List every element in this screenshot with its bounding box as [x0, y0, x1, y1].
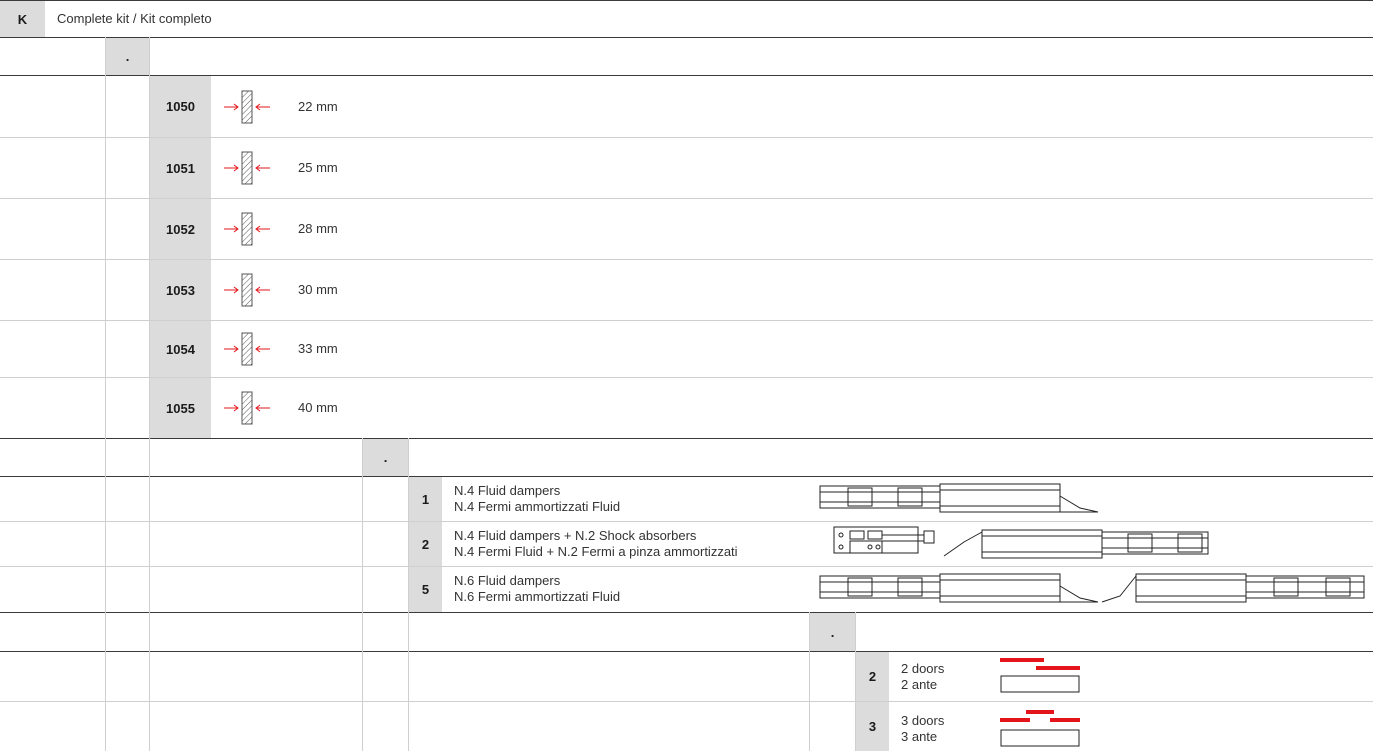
top-rule: [0, 0, 1373, 1]
thickness-icon: [224, 151, 270, 185]
code-badge: 1: [409, 477, 442, 521]
damper-desc-en: N.6 Fluid dampers: [454, 573, 561, 588]
thickness-value: 33 mm: [298, 341, 338, 356]
damper-desc-it: N.6 Fermi ammortizzati Fluid: [454, 589, 621, 604]
three-doors-diagram: [1000, 710, 1080, 747]
rule-level3: [0, 612, 1373, 613]
code-badge: 1050: [150, 76, 211, 137]
door-desc-it: 3 ante: [901, 729, 938, 744]
code-badge: 5: [409, 567, 442, 612]
code-badge: 1054: [150, 321, 211, 377]
door-desc-en: 3 doors: [901, 713, 945, 728]
col-rule: [105, 37, 106, 751]
thickness-value: 30 mm: [298, 282, 338, 297]
code-badge: 2: [856, 652, 889, 701]
row-rule: [0, 566, 1373, 567]
thickness-icon: [224, 273, 270, 307]
damper-desc-en: N.4 Fluid dampers: [454, 483, 561, 498]
code-badge: 3: [856, 702, 889, 751]
damper-drawing: [1101, 573, 1365, 603]
two-doors-diagram: [1000, 658, 1080, 693]
rule-level2: [0, 438, 1373, 439]
code-badge: 1053: [150, 260, 211, 320]
code-badge: 1055: [150, 378, 211, 438]
section-title: Complete kit / Kit completo: [57, 11, 212, 26]
code-badge: 1052: [150, 199, 211, 259]
rule-header: [0, 37, 1373, 38]
thickness-icon: [224, 391, 270, 425]
damper-drawing: [943, 529, 1209, 559]
dot-cell: .: [363, 439, 408, 476]
door-desc-en: 2 doors: [901, 661, 945, 676]
damper-drawing: [819, 573, 1099, 603]
damper-desc-it: N.4 Fermi Fluid + N.2 Fermi a pinza ammo…: [454, 544, 738, 559]
code-badge: 1051: [150, 138, 211, 198]
code-badge: 2: [409, 522, 442, 566]
dot-cell: .: [106, 38, 149, 75]
section-letter: K: [0, 1, 45, 37]
thickness-value: 40 mm: [298, 400, 338, 415]
shock-absorber-drawing: [833, 526, 935, 554]
door-desc-it: 2 ante: [901, 677, 938, 692]
rule-level2b: [0, 476, 1373, 477]
thickness-value: 28 mm: [298, 221, 338, 236]
thickness-value: 25 mm: [298, 160, 338, 175]
thickness-icon: [224, 332, 270, 366]
row-rule: [0, 521, 1373, 522]
thickness-value: 22 mm: [298, 99, 338, 114]
damper-drawing: [819, 483, 1099, 513]
damper-desc-en: N.4 Fluid dampers + N.2 Shock absorbers: [454, 528, 697, 543]
rule-level3b: [0, 651, 1373, 652]
thickness-icon: [224, 212, 270, 246]
dot-cell: .: [810, 613, 855, 651]
damper-desc-it: N.4 Fermi ammortizzati Fluid: [454, 499, 621, 514]
thickness-icon: [224, 90, 270, 124]
col-rule: [362, 438, 363, 751]
row-rule: [0, 701, 1373, 702]
